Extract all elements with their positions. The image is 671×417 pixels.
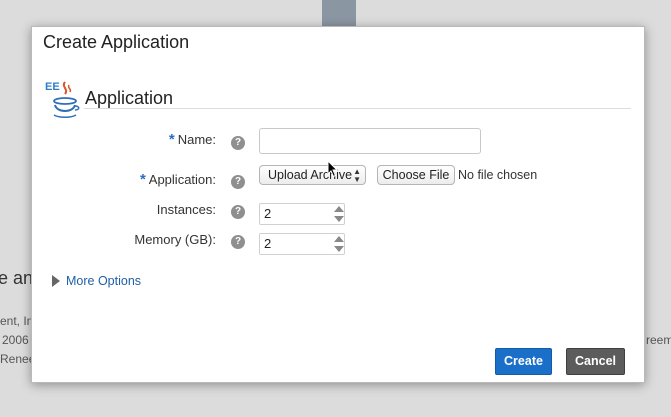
section-title: Application <box>85 88 174 108</box>
application-label-text: Application: <box>148 172 216 187</box>
java-ee-icon: EE <box>45 81 80 118</box>
cancel-button[interactable]: Cancel <box>566 348 625 375</box>
memory-label: Memory (GB): <box>134 232 216 247</box>
required-marker: * <box>139 171 146 188</box>
more-options-toggle[interactable]: More Options <box>52 274 141 288</box>
instances-label: Instances: <box>156 202 216 217</box>
name-label-text: Name: <box>177 132 216 147</box>
application-source-select[interactable]: Upload Archive ▲ ▼ <box>259 165 366 185</box>
decrement-icon[interactable] <box>334 246 344 252</box>
name-label: * Name: <box>169 131 216 148</box>
background-text: reeme <box>646 333 671 347</box>
instances-stepper[interactable] <box>332 203 346 225</box>
increment-icon[interactable] <box>334 206 344 212</box>
choose-file-button[interactable]: Choose File <box>377 165 455 185</box>
increment-icon[interactable] <box>334 236 344 242</box>
name-input[interactable] <box>259 128 481 154</box>
application-label: * Application: <box>140 171 216 188</box>
more-options-label: More Options <box>66 274 142 288</box>
required-marker: * <box>168 131 175 148</box>
java-ee-icon-label: EE <box>45 81 60 93</box>
background-text: ent, In <box>0 314 34 328</box>
expand-triangle-icon <box>52 275 60 287</box>
background-text: 2006 <box>2 333 29 347</box>
name-help-icon[interactable]: ? <box>231 136 245 150</box>
decrement-icon[interactable] <box>334 216 344 222</box>
memory-help-icon[interactable]: ? <box>231 235 245 249</box>
file-status-text: No file chosen <box>458 168 538 182</box>
dialog-title: Create Application <box>43 32 190 52</box>
select-arrows-icon: ▲ ▼ <box>353 167 361 184</box>
create-application-dialog: Create Application EE Application * Name:… <box>31 26 645 383</box>
application-source-value: Upload Archive <box>268 168 353 182</box>
application-help-icon[interactable]: ? <box>231 175 245 189</box>
memory-stepper[interactable] <box>332 233 346 255</box>
instances-help-icon[interactable]: ? <box>231 205 245 219</box>
section-divider <box>84 108 631 109</box>
mouse-pointer-icon <box>327 160 339 178</box>
create-button[interactable]: Create <box>495 348 552 375</box>
